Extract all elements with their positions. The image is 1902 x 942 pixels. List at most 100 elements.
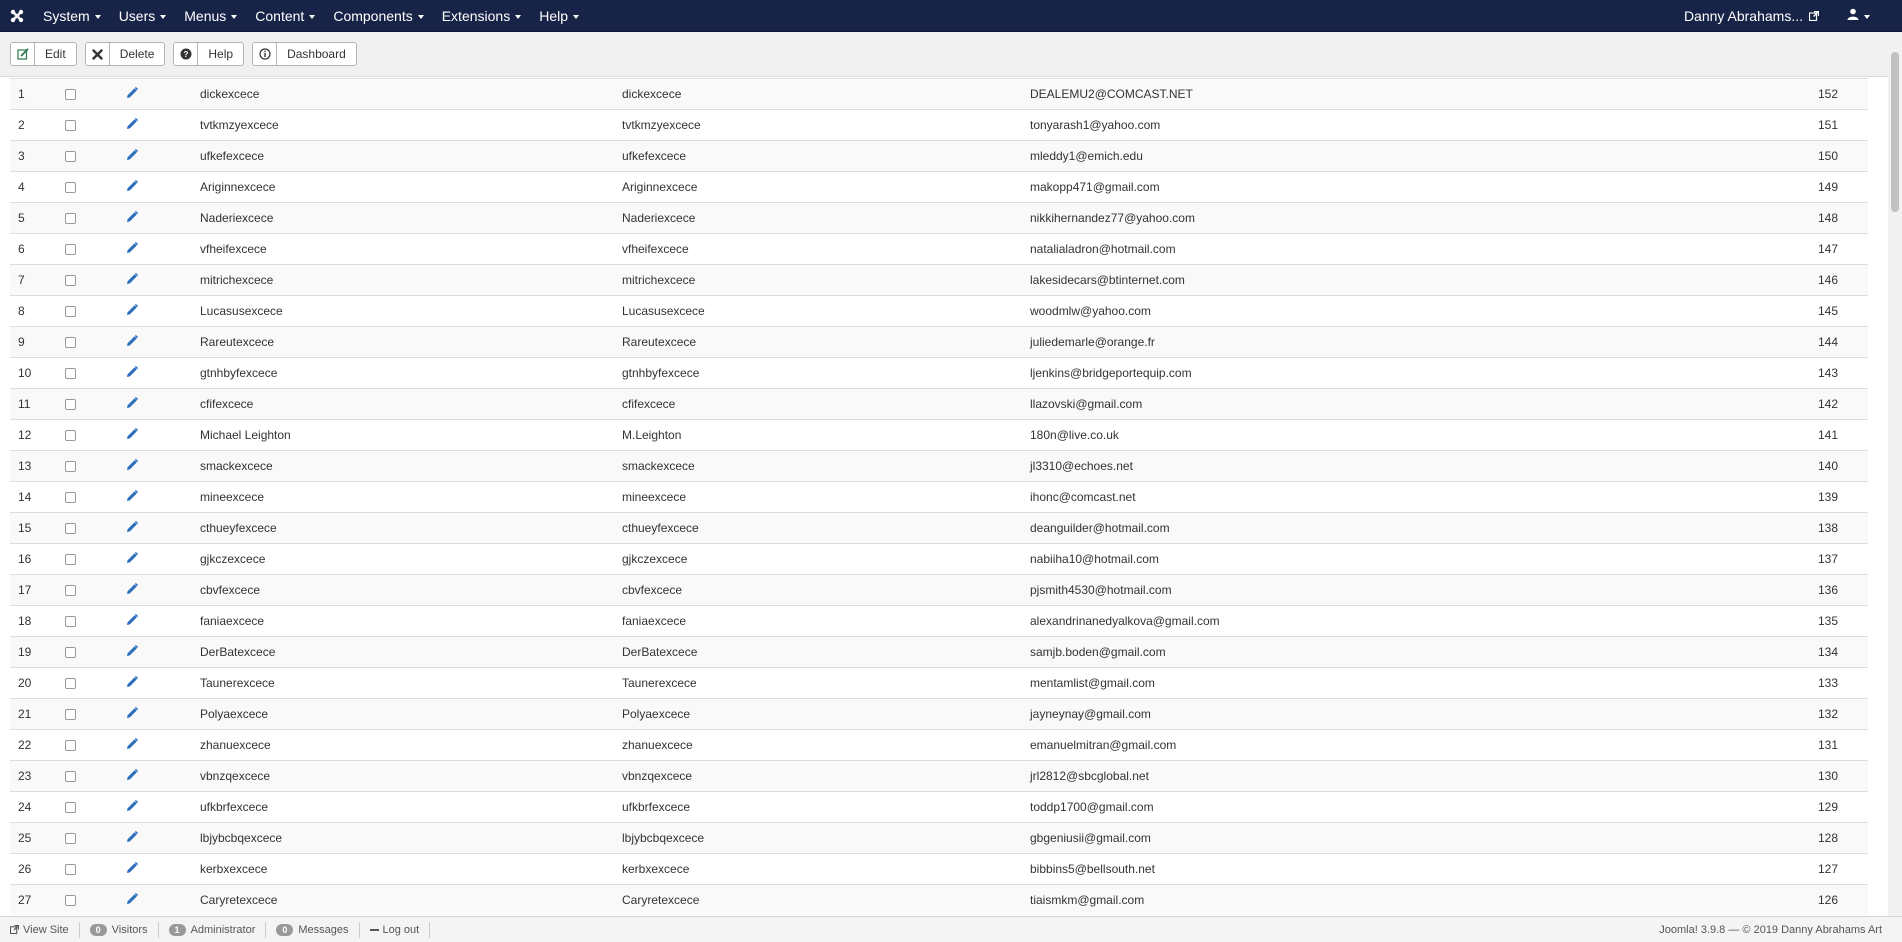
row-checkbox[interactable]	[64, 553, 76, 565]
pencil-icon[interactable]	[126, 675, 139, 691]
pencil-icon[interactable]	[126, 737, 139, 753]
scrollbar-thumb[interactable]	[1891, 52, 1899, 212]
row-checkbox[interactable]	[64, 460, 76, 472]
row-checkbox[interactable]	[64, 739, 76, 751]
pencil-icon[interactable]	[126, 241, 139, 257]
pencil-icon[interactable]	[126, 148, 139, 164]
table-row[interactable]: 20 Taunerexcece Taunerexcece mentamlist@…	[10, 667, 1868, 698]
joomla-logo-icon[interactable]	[0, 0, 34, 32]
site-link[interactable]: Danny Abrahams...	[1684, 8, 1847, 24]
table-row[interactable]: 2 tvtkmzyexcece tvtkmzyexcece tonyarash1…	[10, 109, 1868, 140]
table-row[interactable]: 18 faniaexcece faniaexcece alexandrinane…	[10, 605, 1868, 636]
pencil-icon[interactable]	[126, 303, 139, 319]
row-checkbox[interactable]	[64, 677, 76, 689]
table-row[interactable]: 22 zhanuexcece zhanuexcece emanuelmitran…	[10, 729, 1868, 760]
edit-button[interactable]: Edit	[10, 42, 77, 66]
row-checkbox[interactable]	[64, 305, 76, 317]
table-row[interactable]: 14 mineexcece mineexcece ihonc@comcast.n…	[10, 481, 1868, 512]
row-checkbox[interactable]	[64, 181, 76, 193]
logout-link[interactable]: Log out	[360, 921, 431, 938]
row-checkbox[interactable]	[64, 274, 76, 286]
table-row[interactable]: 23 vbnzqexcece vbnzqexcece jrl2812@sbcgl…	[10, 760, 1868, 791]
table-row[interactable]: 10 gtnhbyfexcece gtnhbyfexcece ljenkins@…	[10, 357, 1868, 388]
table-row[interactable]: 17 cbvfexcece cbvfexcece pjsmith4530@hot…	[10, 574, 1868, 605]
pencil-icon[interactable]	[126, 334, 139, 350]
menu-help[interactable]: Help	[530, 0, 588, 32]
pencil-icon[interactable]	[126, 830, 139, 846]
pencil-icon[interactable]	[126, 706, 139, 722]
row-checkbox[interactable]	[64, 212, 76, 224]
pencil-icon[interactable]	[126, 644, 139, 660]
row-checkbox[interactable]	[64, 522, 76, 534]
table-row[interactable]: 24 ufkbrfexcece ufkbrfexcece toddp1700@g…	[10, 791, 1868, 822]
user-menu-button[interactable]	[1847, 8, 1902, 23]
row-checkbox[interactable]	[64, 398, 76, 410]
scrollbar[interactable]	[1888, 32, 1902, 916]
pencil-icon[interactable]	[126, 427, 139, 443]
table-row[interactable]: 7 mitrichexcece mitrichexcece lakesideca…	[10, 264, 1868, 295]
pencil-icon[interactable]	[126, 613, 139, 629]
row-checkbox[interactable]	[64, 336, 76, 348]
table-row[interactable]: 15 cthueyfexcece cthueyfexcece deanguild…	[10, 512, 1868, 543]
row-checkbox[interactable]	[64, 150, 76, 162]
dashboard-button[interactable]: Dashboard	[252, 42, 357, 66]
row-checkbox[interactable]	[64, 708, 76, 720]
table-row[interactable]: 27 Caryretexcece Caryretexcece tiaismkm@…	[10, 884, 1868, 915]
table-row[interactable]: 19 DerBatexcece DerBatexcece samjb.boden…	[10, 636, 1868, 667]
row-checkbox[interactable]	[64, 491, 76, 503]
row-checkbox[interactable]	[64, 770, 76, 782]
table-row[interactable]: 4 Ariginnexcece Ariginnexcece makopp471@…	[10, 171, 1868, 202]
table-row[interactable]: 3 ufkefexcece ufkefexcece mleddy1@emich.…	[10, 140, 1868, 171]
menu-system[interactable]: System	[34, 0, 110, 32]
row-checkbox[interactable]	[64, 88, 76, 100]
pencil-icon[interactable]	[126, 396, 139, 412]
pencil-icon[interactable]	[126, 86, 139, 102]
row-checkbox[interactable]	[64, 367, 76, 379]
menu-extensions[interactable]: Extensions	[433, 0, 530, 32]
row-checkbox[interactable]	[64, 832, 76, 844]
table-row[interactable]: 11 cfifexcece cfifexcece llazovski@gmail…	[10, 388, 1868, 419]
messages-link[interactable]: 0 Messages	[266, 921, 360, 938]
table-row[interactable]: 8 Lucasusexcece Lucasusexcece woodmlw@ya…	[10, 295, 1868, 326]
pencil-icon[interactable]	[126, 768, 139, 784]
table-row[interactable]: 1 dickexcece dickexcece DEALEMU2@COMCAST…	[10, 78, 1868, 109]
pencil-icon[interactable]	[126, 117, 139, 133]
pencil-icon[interactable]	[126, 799, 139, 815]
table-row[interactable]: 13 smackexcece smackexcece jl3310@echoes…	[10, 450, 1868, 481]
view-site-link[interactable]: View Site	[0, 921, 80, 938]
row-checkbox[interactable]	[64, 243, 76, 255]
row-checkbox[interactable]	[64, 584, 76, 596]
menu-components[interactable]: Components	[324, 0, 432, 32]
table-row[interactable]: 12 Michael Leighton M.Leighton 180n@live…	[10, 419, 1868, 450]
pencil-icon[interactable]	[126, 458, 139, 474]
table-row[interactable]: 25 lbjybcbqexcece lbjybcbqexcece gbgeniu…	[10, 822, 1868, 853]
help-button[interactable]: ? Help	[173, 42, 245, 66]
pencil-icon[interactable]	[126, 272, 139, 288]
pencil-icon[interactable]	[126, 489, 139, 505]
pencil-icon[interactable]	[126, 892, 139, 908]
menu-menus[interactable]: Menus	[175, 0, 246, 32]
row-checkbox[interactable]	[64, 646, 76, 658]
table-row[interactable]: 9 Rareutexcece Rareutexcece juliedemarle…	[10, 326, 1868, 357]
row-checkbox[interactable]	[64, 801, 76, 813]
row-checkbox[interactable]	[64, 119, 76, 131]
row-checkbox[interactable]	[64, 863, 76, 875]
pencil-icon[interactable]	[126, 551, 139, 567]
table-row[interactable]: 6 vfheifexcece vfheifexcece natalialadro…	[10, 233, 1868, 264]
menu-users[interactable]: Users	[110, 0, 176, 32]
menu-content[interactable]: Content	[246, 0, 324, 32]
pencil-icon[interactable]	[126, 365, 139, 381]
pencil-icon[interactable]	[126, 582, 139, 598]
pencil-icon[interactable]	[126, 520, 139, 536]
table-row[interactable]: 5 Naderiexcece Naderiexcece nikkihernand…	[10, 202, 1868, 233]
table-row[interactable]: 16 gjkczexcece gjkczexcece nabiiha10@hot…	[10, 543, 1868, 574]
row-checkbox[interactable]	[64, 615, 76, 627]
pencil-icon[interactable]	[126, 210, 139, 226]
row-checkbox[interactable]	[64, 894, 76, 906]
pencil-icon[interactable]	[126, 179, 139, 195]
table-row[interactable]: 21 Polyaexcece Polyaexcece jayneynay@gma…	[10, 698, 1868, 729]
row-checkbox[interactable]	[64, 429, 76, 441]
table-row[interactable]: 26 kerbxexcece kerbxexcece bibbins5@bell…	[10, 853, 1868, 884]
pencil-icon[interactable]	[126, 861, 139, 877]
delete-button[interactable]: Delete	[84, 42, 166, 66]
